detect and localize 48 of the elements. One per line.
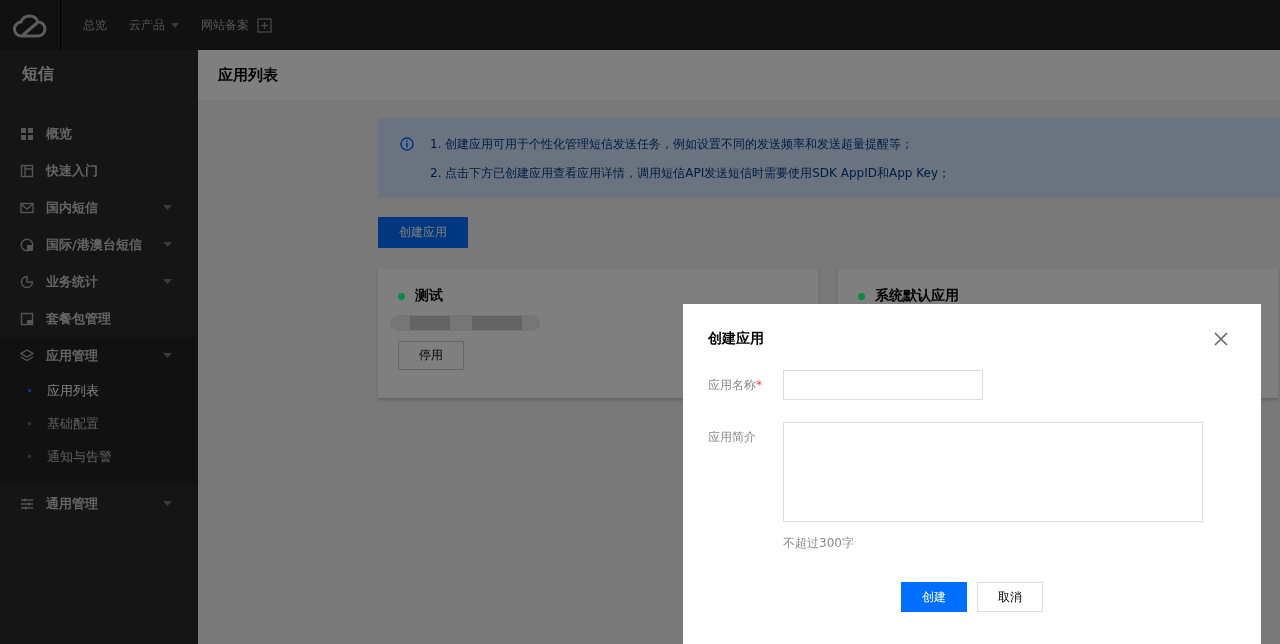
menu-item-icon [20,348,34,363]
field-label: 应用名称* [708,377,763,394]
nav-link[interactable]: 网站备案 [201,16,249,34]
sidebar-item[interactable]: 国内短信 [0,189,198,226]
sidebar-subitem[interactable]: 通知与告警 [0,440,198,473]
caret-icon [163,242,172,247]
caret-icon [163,205,172,210]
menu-item-icon [20,496,34,511]
sidebar-subitem[interactable]: 应用列表 [0,374,198,407]
menu-item-icon [20,200,34,215]
menu-item-icon [20,311,34,326]
notice-text: 2. 点击下方已创建应用查看应用详情，调用短信API发送短信时需要使用SDK AppID和App Key； [430,165,951,182]
sidebar-item[interactable]: 国际/港澳台短信 [0,226,198,263]
cloud-logo-icon[interactable] [13,12,47,38]
close-icon[interactable] [1214,332,1228,346]
name-field[interactable] [783,370,983,400]
menu-item-icon [20,163,34,178]
sidebar-subitem[interactable]: 基础配置 [0,407,198,440]
menu-item-icon [20,237,34,252]
create-button[interactable]: 创建 [901,582,967,612]
app-name: 测试 [415,287,443,305]
dialog-title: 创建应用 [708,330,764,348]
sidebar-item[interactable]: 快速入门 [0,152,198,189]
menu-item-icon [20,274,34,289]
hint-text: 不超过300字 [783,535,855,552]
add-icon[interactable] [257,17,272,33]
page-title: 应用列表 [198,50,1280,100]
caret-icon [171,22,179,28]
sidebar-item[interactable]: 业务统计 [0,263,198,300]
description-field[interactable] [783,422,1203,522]
nav-link[interactable]: 总览 [83,16,107,34]
notice-text: 1. 创建应用可用于个性化管理短信发送任务，例如设置不同的发送频率和发送超量提醒等； [430,136,915,153]
info-icon [400,137,414,151]
field-label: 应用简介 [708,429,757,446]
menu-item-icon [20,126,34,141]
sidebar-item[interactable]: 概览 [0,115,198,152]
sidebar-title: 短信 [21,63,55,85]
sidebar-item[interactable]: 通用管理 [0,485,198,522]
create-app-button[interactable]: 创建应用 [378,217,468,248]
app-name: 系统默认应用 [875,287,959,305]
caret-icon [163,279,172,284]
sidebar-item[interactable]: 套餐包管理 [0,300,198,337]
nav-link[interactable]: 云产品 [129,16,179,34]
caret-icon [163,353,172,358]
caret-icon [163,501,172,506]
disable-button[interactable]: 停用 [398,341,464,370]
cancel-button[interactable]: 取消 [977,582,1043,612]
sidebar-item[interactable]: 应用管理 [0,337,198,374]
